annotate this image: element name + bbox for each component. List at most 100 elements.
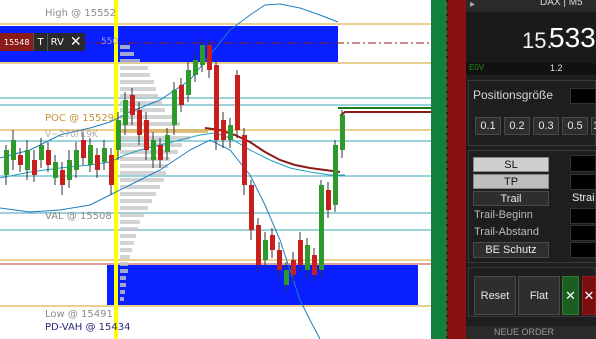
candle-body <box>67 160 72 180</box>
candle-body <box>291 260 296 275</box>
volume-profile-bar <box>120 297 124 301</box>
volume-profile <box>120 45 208 301</box>
sl-button[interactable]: SL <box>473 157 549 172</box>
candle-body <box>172 90 177 125</box>
poc-label: POC @ 15529 <box>45 113 115 124</box>
spread-value: 1.2 <box>550 63 563 73</box>
volume-profile-bar <box>120 136 190 140</box>
order-price: 15548 <box>0 33 34 51</box>
volume-profile-bar <box>120 276 126 280</box>
candle-body <box>193 60 198 75</box>
be-protection-button[interactable]: BE Schutz <box>473 242 549 258</box>
candle-body <box>158 145 163 160</box>
high-label: High @ 15552 <box>45 8 117 19</box>
candle-body <box>305 245 310 270</box>
trail-mode-select[interactable]: Strai <box>572 192 595 204</box>
close-icon[interactable]: ✕ <box>66 33 85 51</box>
size-button-1[interactable]: 1 <box>591 117 596 135</box>
candle-body <box>151 140 156 160</box>
close-short-icon[interactable]: ✕ <box>582 276 596 315</box>
order-badge[interactable]: 15548 T RV ✕ <box>0 33 96 51</box>
position-size-input[interactable] <box>570 88 596 104</box>
candle-body <box>179 85 184 105</box>
pd-vah-label: PD-VAH @ 15434 <box>45 322 131 333</box>
volume-profile-bar <box>120 87 156 91</box>
tp-input[interactable] <box>570 174 596 190</box>
size-button-0-5[interactable]: 0.5 <box>562 117 588 135</box>
volume-profile-bar <box>120 129 208 133</box>
candle-body <box>319 185 324 270</box>
candle-body <box>263 240 268 260</box>
price-chart[interactable]: High @ 15552 550 POC @ 15529 V~270/T.9K … <box>0 0 431 339</box>
candle-body <box>340 115 345 150</box>
candle-body <box>214 65 219 140</box>
volume-profile-bar <box>120 213 144 217</box>
volume-profile-bar <box>120 94 158 98</box>
candle-body <box>284 270 289 285</box>
position-size-label: Positionsgröße <box>473 88 554 102</box>
candle-body <box>46 150 51 165</box>
order-reverse-button[interactable]: RV <box>46 33 67 51</box>
volume-profile-bar <box>120 227 138 231</box>
volume-profile-bar <box>120 80 154 84</box>
candle-body <box>60 170 65 185</box>
session-marker <box>114 0 118 339</box>
volume-profile-bar <box>120 269 128 273</box>
candle-body <box>221 120 226 140</box>
tp-button[interactable]: TP <box>473 174 549 189</box>
volume-profile-bar <box>120 164 168 168</box>
candle-body <box>298 240 303 265</box>
vwap-label: V~270/T.9K <box>45 130 98 140</box>
candle-body <box>74 150 79 170</box>
volume-profile-bar <box>120 66 148 70</box>
volume-profile-bar <box>120 115 175 119</box>
candle-body <box>102 148 107 162</box>
candle-body <box>11 140 16 160</box>
candle-body <box>95 155 100 170</box>
be-protection-input[interactable] <box>570 242 596 258</box>
val-label: VAL @ 15508 <box>45 211 112 222</box>
candle-body <box>81 140 86 158</box>
trail-button[interactable]: Trail <box>473 191 549 206</box>
reset-button[interactable]: Reset <box>474 276 516 315</box>
candle-body <box>242 135 247 185</box>
trail-distance-label: Trail-Abstand <box>474 226 540 238</box>
volume-profile-bar <box>120 234 136 238</box>
trail-begin-input[interactable] <box>570 208 596 224</box>
candle-body <box>200 45 205 65</box>
trail-begin-label: Trail-Beginn <box>474 209 533 221</box>
size-button-0-2[interactable]: 0.2 <box>504 117 530 135</box>
volume-profile-bar <box>120 255 130 259</box>
candle-body <box>235 75 240 130</box>
candle-body <box>130 95 135 115</box>
flat-button[interactable]: Flat <box>518 276 560 315</box>
candle-body <box>53 162 58 178</box>
header-arrow-icon[interactable]: ▸ <box>470 0 475 10</box>
size-button-0-1[interactable]: 0.1 <box>475 117 501 135</box>
candle-body <box>186 70 191 95</box>
volume-profile-bar <box>120 59 140 63</box>
candle-body <box>137 110 142 135</box>
candle-body <box>333 145 338 205</box>
size-button-0-3[interactable]: 0.3 <box>533 117 559 135</box>
volume-profile-bar <box>120 73 150 77</box>
candle-body <box>270 235 275 250</box>
candle-body <box>39 145 44 160</box>
trail-distance-input[interactable] <box>570 225 596 241</box>
order-tp-button[interactable]: T <box>33 33 47 51</box>
symbol-header: DAX | M5 <box>540 0 583 8</box>
volume-profile-bar <box>120 220 140 224</box>
close-long-icon[interactable]: ✕ <box>562 276 579 315</box>
candle-body <box>32 160 37 175</box>
candle-body <box>312 255 317 275</box>
candle-body <box>109 155 114 185</box>
volume-profile-bar <box>120 52 134 56</box>
candle-body <box>144 120 149 150</box>
candle-body <box>326 190 331 210</box>
price-minor: 533 <box>549 22 596 53</box>
sl-input[interactable] <box>570 155 596 172</box>
ma-extension <box>339 111 431 117</box>
candle-body <box>249 185 254 230</box>
price-major: 15. <box>522 28 553 53</box>
price-sub-bar <box>466 63 596 75</box>
